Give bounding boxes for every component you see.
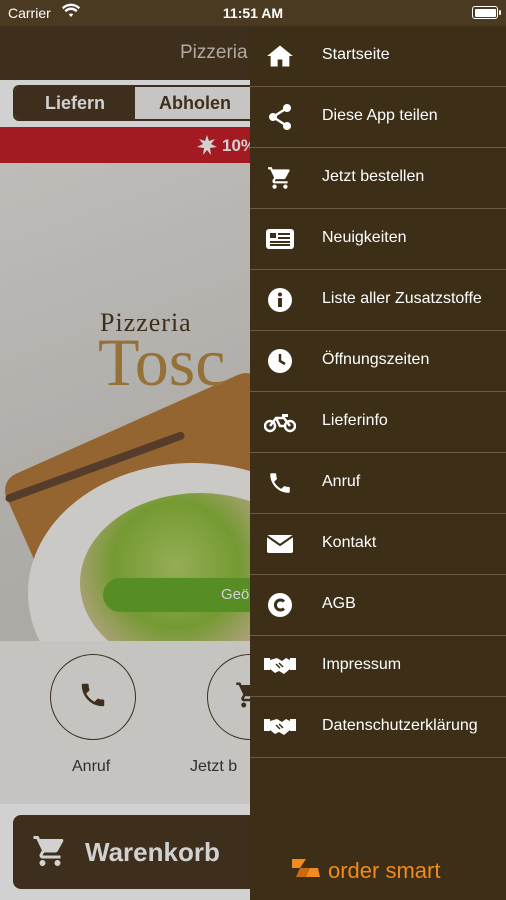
menu-item-label: Öffnungszeiten [322,351,430,368]
menu-item-order-now[interactable]: Jetzt bestellen [250,148,506,209]
menu-item-imprint[interactable]: Impressum [250,636,506,697]
order-smart-logo: order smart [290,857,440,884]
handshake-icon [264,651,296,681]
menu-item-label: AGB [322,595,356,612]
menu-item-label: Diese App teilen [322,107,438,124]
menu-item-label: Lieferinfo [322,412,388,429]
side-menu: Startseite Diese App teilen Jetzt bestel… [250,26,506,900]
menu-item-delivery-info[interactable]: Lieferinfo [250,392,506,453]
battery-icon [472,6,501,19]
order-smart-text: order smart [328,857,441,883]
cart-icon [264,163,296,193]
menu-item-opening-hours[interactable]: Öffnungszeiten [250,331,506,392]
clock-icon [264,346,296,376]
menu-item-label: Datenschutzerklärung [322,717,478,734]
menu-item-privacy[interactable]: Datenschutzerklärung [250,697,506,758]
handshake-icon [264,712,296,742]
menu-item-share[interactable]: Diese App teilen [250,87,506,148]
envelope-icon [264,529,296,559]
order-smart-mark-icon [290,857,322,884]
menu-item-label: Kontakt [322,534,377,551]
copyright-icon [264,590,296,620]
menu-item-label: Jetzt bestellen [322,168,425,185]
menu-item-news[interactable]: Neuigkeiten [250,209,506,270]
home-icon [264,41,296,71]
share-icon [264,102,296,132]
motorcycle-icon [264,407,296,437]
status-bar: Carrier 11:51 AM [0,0,506,26]
menu-item-startseite[interactable]: Startseite [250,26,506,87]
info-icon [264,285,296,315]
news-icon [264,224,296,254]
menu-item-label: Impressum [322,656,402,673]
clock: 11:51 AM [222,5,284,21]
menu-item-label: Anruf [322,473,361,490]
menu-item-call[interactable]: Anruf [250,453,506,514]
menu-item-label: Neuigkeiten [322,229,407,246]
menu-item-contact[interactable]: Kontakt [250,514,506,575]
menu-item-label: Liste aller Zusatzstoffe [322,290,482,307]
menu-item-additives[interactable]: Liste aller Zusatzstoffe [250,270,506,331]
phone-icon [264,468,296,498]
menu-item-terms[interactable]: AGB [250,575,506,636]
menu-item-label: Startseite [322,46,390,63]
